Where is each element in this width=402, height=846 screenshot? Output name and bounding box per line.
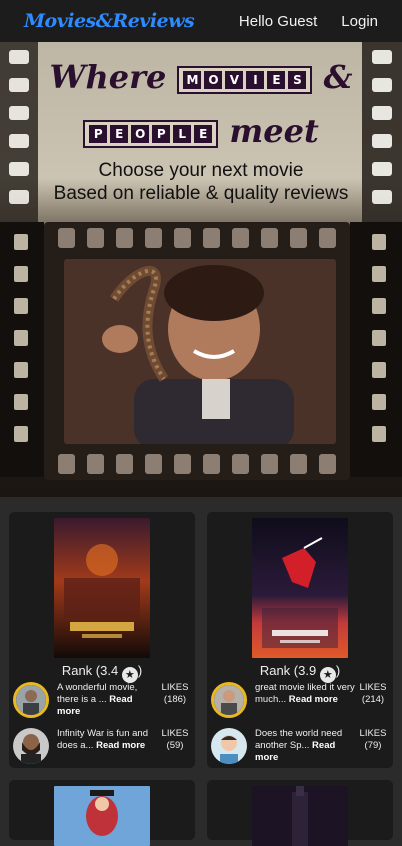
nav-links: Hello Guest Login [239, 13, 378, 30]
review-snippet: Infinity War is fun and does a... Read m… [57, 728, 157, 752]
star-icon: ★ [319, 667, 336, 683]
rank-text: Rank (3.4 [61, 663, 119, 678]
movie-card[interactable]: Rank (3.4 ★) A wonderful movie, there is… [9, 512, 195, 768]
hero-title-line1: Where M O V I E S & [0, 58, 402, 96]
hero-title-line2: P E O P L E meet [0, 112, 402, 150]
letter-tile: P [89, 124, 108, 143]
hero-word-where: Where [49, 58, 167, 96]
likes-count[interactable]: LIKES (186) [157, 682, 193, 706]
letter-tile: E [267, 70, 286, 89]
review-snippet: Does the world need another Sp... Read m… [255, 728, 355, 764]
rank-text: Rank (3.9 [259, 663, 317, 678]
movie-poster-spider-verse[interactable] [252, 518, 348, 658]
review-item[interactable]: great movie liked it very much... Read m… [211, 682, 391, 722]
letter-tile: V [225, 70, 244, 89]
hero-photo-boy-with-film [64, 259, 336, 444]
rank-close: ) [335, 663, 341, 678]
avatar[interactable] [13, 728, 49, 764]
likes-label: LIKES [359, 682, 387, 693]
hero-boxed-movies: M O V I E S [177, 65, 313, 94]
movie-card[interactable] [9, 780, 195, 846]
film-reel-right [350, 222, 402, 477]
likes-label: LIKES [161, 682, 189, 693]
likes-count[interactable]: LIKES (79) [355, 728, 391, 752]
letter-tile: O [204, 70, 223, 89]
letter-tile: M [183, 70, 202, 89]
likes-value: (186) [163, 694, 187, 705]
letter-tile: I [246, 70, 265, 89]
hero-subtitle-2: Based on reliable & quality reviews [53, 183, 349, 204]
hero-word-meet: meet [229, 112, 319, 150]
film-reel-left [0, 222, 44, 477]
review-item[interactable]: Infinity War is fun and does a... Read m… [13, 728, 193, 768]
rank-close: ) [137, 663, 143, 678]
likes-count[interactable]: LIKES (214) [355, 682, 391, 706]
likes-count[interactable]: LIKES (59) [157, 728, 193, 752]
film-frame [44, 222, 350, 480]
brand-logo[interactable]: Movies&Reviews [24, 10, 195, 32]
movie-card[interactable]: Rank (3.9 ★) great movie liked it very m… [207, 512, 393, 768]
letter-tile: O [131, 124, 150, 143]
likes-value: (79) [364, 740, 382, 751]
likes-value: (59) [166, 740, 184, 751]
likes-label: LIKES [359, 728, 387, 739]
movie-poster-avengers[interactable] [54, 518, 150, 658]
review-item[interactable]: Does the world need another Sp... Read m… [211, 728, 391, 768]
login-link[interactable]: Login [341, 13, 378, 30]
likes-value: (214) [361, 694, 385, 705]
letter-tile: E [110, 124, 129, 143]
review-snippet: great movie liked it very much... Read m… [255, 682, 355, 706]
likes-label: LIKES [161, 728, 189, 739]
greeting-link[interactable]: Hello Guest [239, 13, 317, 30]
movie-card-grid: Rank (3.4 ★) A wonderful movie, there is… [0, 497, 402, 846]
frame-perforations-top [58, 228, 336, 248]
frame-perforations-bottom [58, 454, 336, 474]
avatar[interactable] [211, 728, 247, 764]
read-more-link[interactable]: Read more [96, 740, 145, 751]
letter-tile: P [152, 124, 171, 143]
movie-poster-mary-poppins[interactable] [54, 786, 150, 846]
star-icon: ★ [121, 667, 138, 683]
review-snippet: A wonderful movie, there is a ... Read m… [57, 682, 157, 718]
letter-tile: E [194, 124, 213, 143]
letter-tile: L [173, 124, 192, 143]
avatar[interactable] [13, 682, 49, 718]
movie-rank: Rank (3.9 ★) [207, 663, 393, 683]
read-more-link[interactable]: Read more [289, 694, 338, 705]
top-navbar: Movies&Reviews Hello Guest Login [0, 0, 402, 42]
movie-rank: Rank (3.4 ★) [9, 663, 195, 683]
hero-subtitle-1: Choose your next movie [98, 160, 304, 181]
movie-poster-dark[interactable] [252, 786, 348, 846]
movie-card[interactable] [207, 780, 393, 846]
hero-banner: Where M O V I E S & P E O P L E meet Cho… [0, 42, 402, 497]
hero-boxed-people: P E O P L E [83, 119, 219, 148]
review-item[interactable]: A wonderful movie, there is a ... Read m… [13, 682, 193, 722]
hero-ampersand: & [323, 58, 353, 96]
letter-tile: S [288, 70, 307, 89]
avatar[interactable] [211, 682, 247, 718]
